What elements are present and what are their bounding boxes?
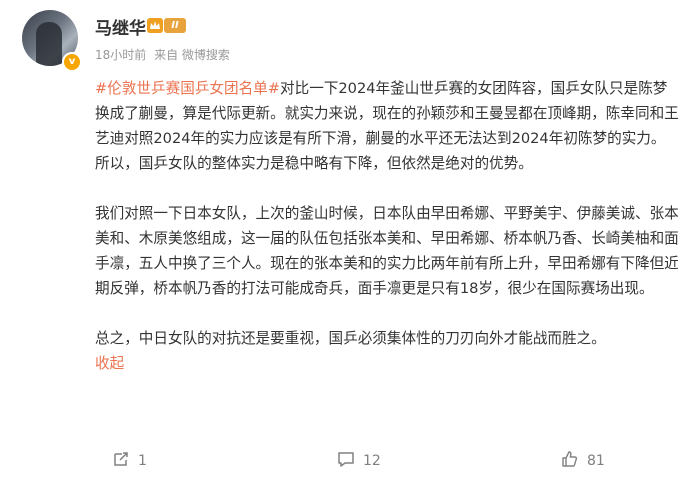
comment-count: 12 <box>363 453 381 469</box>
paragraph-1: #伦敦世乒赛国乒女团名单#对比一下2024年釜山世乒赛的女团阵容，国乒女队只是陈… <box>95 76 680 176</box>
avatar-figure <box>36 22 62 66</box>
post-content: #伦敦世乒赛国乒女团名单#对比一下2024年釜山世乒赛的女团阵容，国乒女队只是陈… <box>95 76 680 376</box>
post-time[interactable]: 18小时前 <box>95 48 146 62</box>
repost-button[interactable]: 1 <box>112 450 147 472</box>
level-badge[interactable]: II <box>164 18 186 33</box>
verified-badge-icon: v <box>62 52 82 72</box>
action-bar: 1 12 81 <box>0 446 700 476</box>
post-source: 来自 微博搜索 <box>154 48 230 62</box>
like-icon <box>561 450 587 472</box>
like-button[interactable]: 81 <box>561 450 605 472</box>
crown-icon[interactable] <box>147 18 163 33</box>
like-count: 81 <box>587 453 605 469</box>
post-meta: 18小时前 来自 微博搜索 <box>95 46 234 63</box>
comment-button[interactable]: 12 <box>337 450 381 472</box>
author-name[interactable]: 马继华 <box>95 14 146 39</box>
collapse-link[interactable]: 收起 <box>95 355 124 372</box>
comment-icon <box>337 450 363 472</box>
paragraph-3: 总之，中日女队的对抗还是要重视，国乒必须集体性的刀刃向外才能战而胜之。 <box>95 330 606 347</box>
repost-icon <box>112 450 138 472</box>
topic-link[interactable]: #伦敦世乒赛国乒女团名单# <box>95 80 280 97</box>
repost-count: 1 <box>138 453 147 469</box>
paragraph-2: 我们对照一下日本女队，上次的釜山时候，日本队由早田希娜、平野美宇、伊藤美诚、张本… <box>95 205 679 297</box>
